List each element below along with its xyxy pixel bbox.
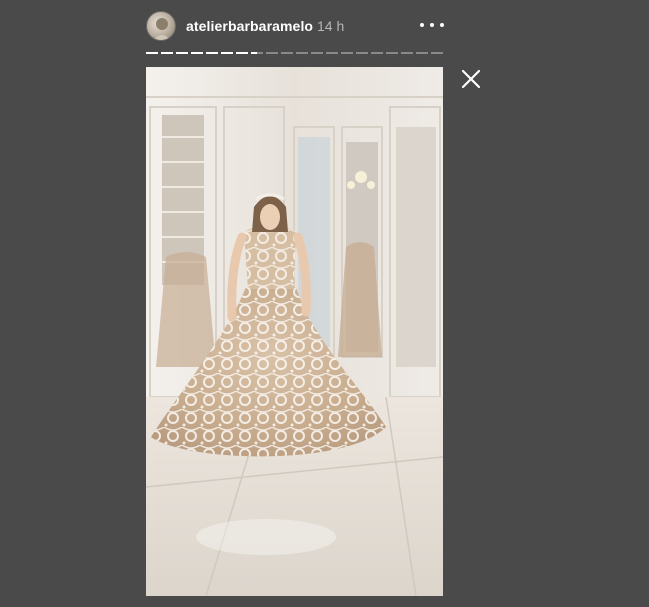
close-icon[interactable] xyxy=(460,68,482,90)
story-progress-segment xyxy=(341,52,353,54)
story-progress-segment xyxy=(386,52,398,54)
avatar-image xyxy=(153,18,171,40)
story-media[interactable] xyxy=(146,67,443,596)
story-progress-segment xyxy=(161,52,173,54)
story-progress-segment xyxy=(296,52,308,54)
story-progress-segment xyxy=(401,52,413,54)
story-progress-segment xyxy=(356,52,368,54)
story-progress-segment xyxy=(146,52,158,54)
story-photo xyxy=(146,67,443,596)
story-progress-segment xyxy=(416,52,428,54)
story-progress-segment xyxy=(281,52,293,54)
story-progress-segment xyxy=(311,52,323,54)
story-progress-bar xyxy=(146,52,443,54)
timestamp: 14 h xyxy=(317,18,345,34)
story-progress-segment xyxy=(251,52,263,54)
story-progress-segment xyxy=(206,52,218,54)
avatar[interactable] xyxy=(146,11,176,41)
story-progress-segment xyxy=(266,52,278,54)
story-progress-segment xyxy=(236,52,248,54)
story-progress-segment xyxy=(191,52,203,54)
story-progress-segment xyxy=(431,52,443,54)
username-link[interactable]: atelierbarbaramelo xyxy=(186,18,313,34)
story-progress-segment xyxy=(326,52,338,54)
story-progress-segment xyxy=(176,52,188,54)
more-options-icon[interactable] xyxy=(420,16,444,34)
story-progress-segment xyxy=(221,52,233,54)
story-progress-segment xyxy=(371,52,383,54)
